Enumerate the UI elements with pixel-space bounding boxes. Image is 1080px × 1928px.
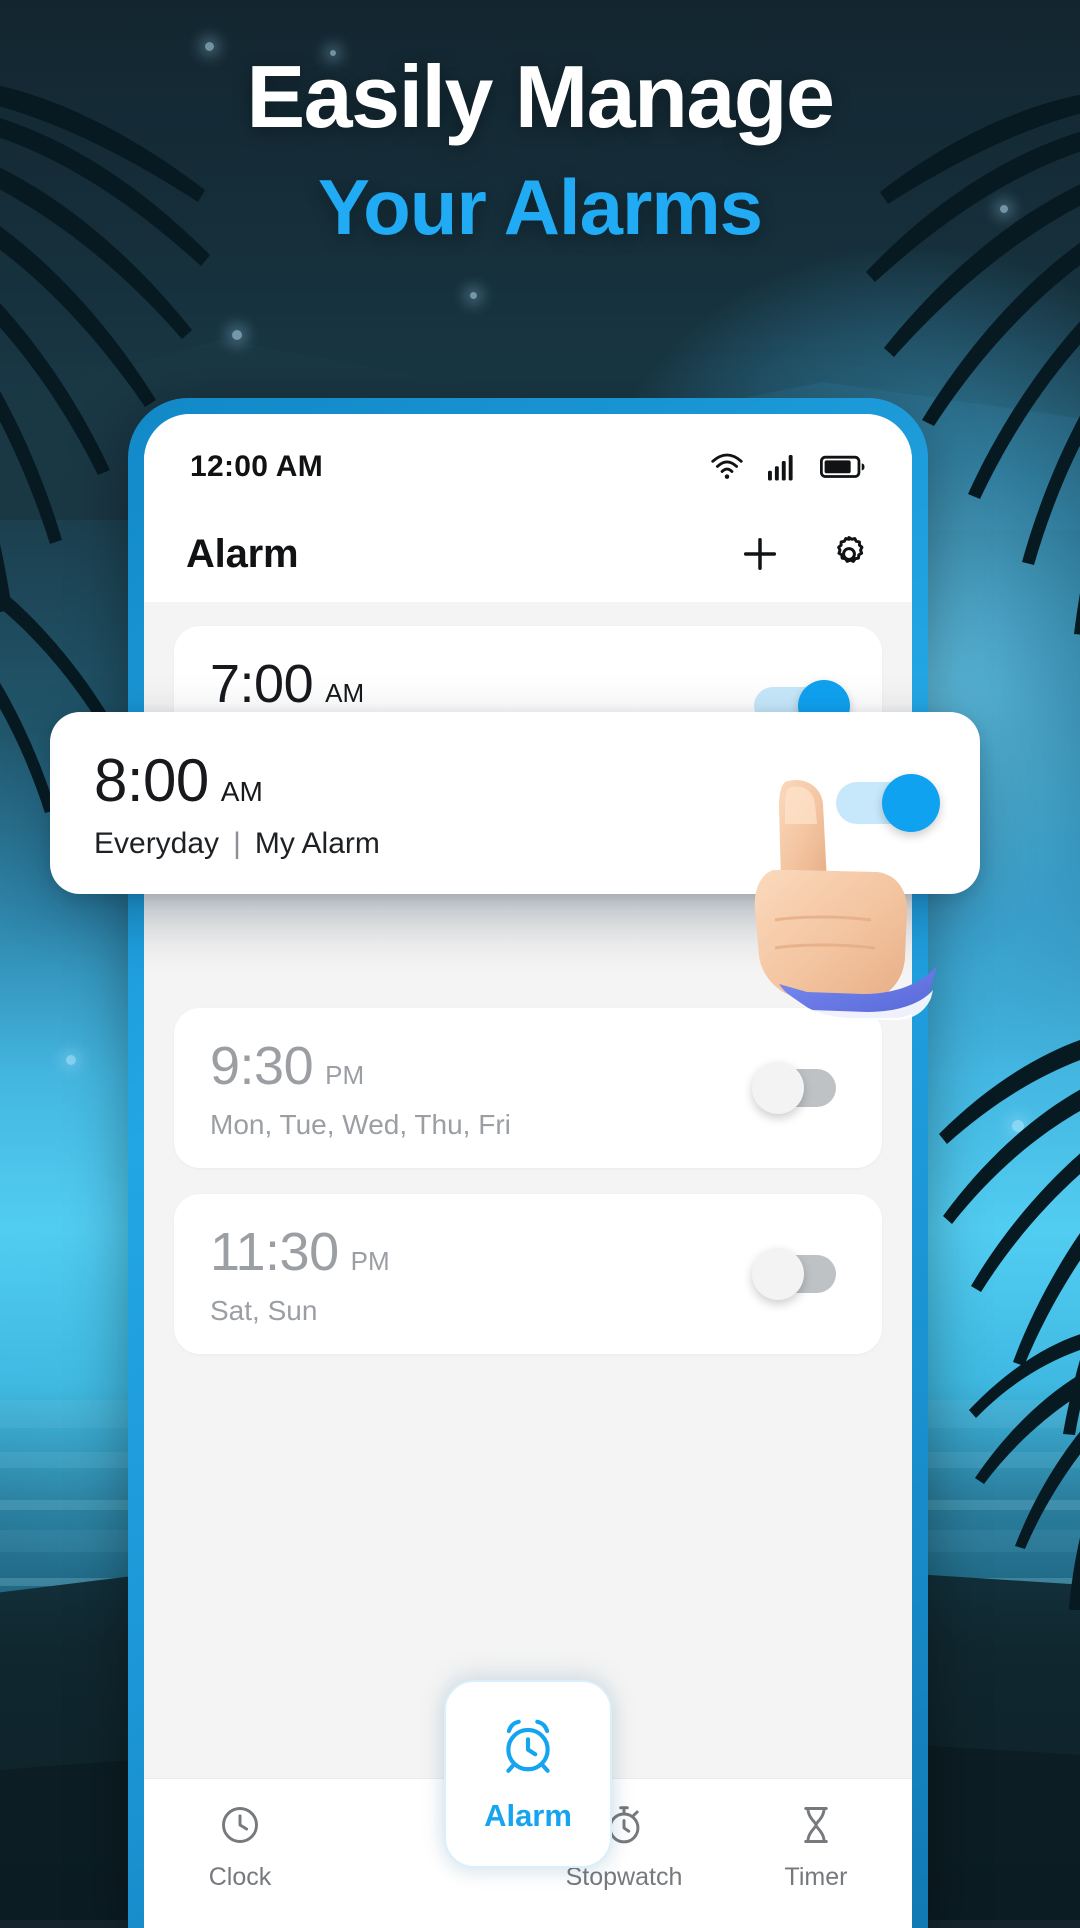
phone-mockup-frame: 12:00 AM <box>128 398 928 1928</box>
alarm-time-value: 8:00 <box>94 746 209 815</box>
settings-gear-icon[interactable] <box>828 533 870 575</box>
nav-label-timer: Timer <box>741 1863 891 1892</box>
alarm-time-value: 9:30 <box>210 1035 313 1097</box>
nav-label-clock: Clock <box>165 1863 315 1892</box>
toggle-thumb <box>752 1248 804 1300</box>
hourglass-timer-icon <box>741 1803 891 1849</box>
alarm-repeat: Everyday <box>94 827 219 861</box>
status-bar-icons <box>708 452 866 482</box>
status-bar-time: 12:00 AM <box>190 450 323 484</box>
headline-line-2: Your Alarms <box>0 168 1080 248</box>
alarm-meridiem: PM <box>351 1246 390 1277</box>
page-title: Alarm <box>186 532 298 577</box>
alarm-separator: | <box>233 827 241 861</box>
wifi-icon <box>708 452 746 482</box>
alarm-repeat: Sat, Sun <box>210 1295 317 1327</box>
alarm-clock-icon <box>497 1715 559 1782</box>
nav-item-clock[interactable]: Clock <box>165 1803 315 1892</box>
alarm-time: 8:00 AM <box>94 746 380 815</box>
add-alarm-icon[interactable] <box>738 532 782 576</box>
alarm-list-item[interactable]: 11:30 PM Sat, Sun <box>174 1194 882 1354</box>
headline-line-1: Easily Manage <box>0 52 1080 142</box>
alarm-time: 9:30 PM <box>210 1035 511 1097</box>
alarm-list-item[interactable]: 9:30 PM Mon, Tue, Wed, Thu, Fri <box>174 1008 882 1168</box>
alarm-info: 8:00 AM Everyday | My Alarm <box>94 746 380 861</box>
promo-headline: Easily Manage Your Alarms <box>0 52 1080 247</box>
pointing-hand-cursor <box>745 770 955 1020</box>
battery-icon <box>820 454 866 480</box>
alarm-note: My Alarm <box>255 827 380 861</box>
nav-item-alarm[interactable]: Alarm <box>444 1680 612 1868</box>
alarm-time: 11:30 PM <box>210 1221 390 1283</box>
alarm-meridiem: PM <box>325 1060 364 1091</box>
toggle-thumb <box>752 1062 804 1114</box>
alarm-time-value: 11:30 <box>210 1221 339 1283</box>
alarm-time-value: 7:00 <box>210 653 313 715</box>
cellular-signal-icon <box>766 452 800 482</box>
alarm-toggle[interactable] <box>754 1251 846 1297</box>
alarm-meridiem: AM <box>221 776 263 808</box>
alarm-time: 7:00 AM <box>210 653 527 715</box>
alarm-info: 9:30 PM Mon, Tue, Wed, Thu, Fri <box>210 1035 511 1141</box>
alarm-info: 11:30 PM Sat, Sun <box>210 1221 390 1327</box>
status-bar: 12:00 AM <box>144 414 912 506</box>
alarm-subtitle: Sat, Sun <box>210 1295 390 1327</box>
nav-item-timer[interactable]: Timer <box>741 1803 891 1892</box>
alarm-subtitle: Everyday | My Alarm <box>94 827 380 861</box>
alarm-toggle[interactable] <box>754 1065 846 1111</box>
phone-screen: 12:00 AM <box>144 414 912 1928</box>
alarm-subtitle: Mon, Tue, Wed, Thu, Fri <box>210 1109 511 1141</box>
alarm-repeat: Mon, Tue, Wed, Thu, Fri <box>210 1109 511 1141</box>
list-bottom-spacer <box>174 1380 882 1630</box>
app-bar-actions <box>738 532 870 576</box>
nav-label-alarm: Alarm <box>484 1798 572 1834</box>
clock-icon <box>165 1803 315 1849</box>
alarm-meridiem: AM <box>325 678 364 709</box>
app-bar: Alarm <box>144 506 912 602</box>
